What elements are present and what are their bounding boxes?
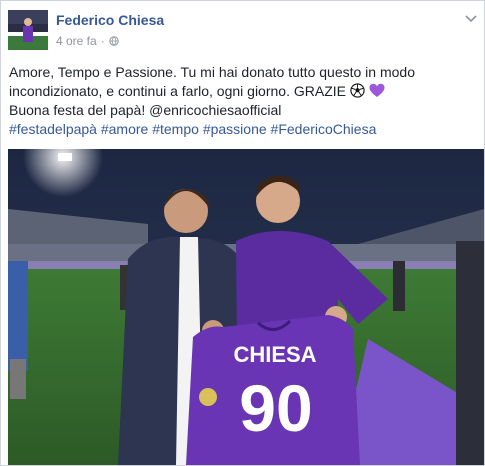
purple-heart-icon [369, 83, 385, 97]
post-time[interactable]: 4 ore fa [56, 34, 97, 48]
chevron-down-icon[interactable] [464, 13, 478, 23]
post-meta: 4 ore fa · [56, 34, 119, 48]
hashtag-link[interactable]: #festadelpapà [9, 121, 97, 137]
hashtag-link[interactable]: #FedericoChiesa [271, 121, 377, 137]
facebook-post-card: Federico Chiesa 4 ore fa · Amore, Tempo … [0, 0, 485, 466]
jersey-number: 90 [239, 371, 312, 445]
avatar-image [8, 10, 48, 50]
caption-line-3: Buona festa del papà! @enricochiesaoffic… [9, 102, 282, 118]
caption-line-2-text: incondizionato, e continui a farlo, ogni… [9, 83, 346, 99]
avatar[interactable] [8, 10, 48, 50]
post-caption: Amore, Tempo e Passione. Tu mi hai donat… [9, 63, 479, 139]
post-photo[interactable]: CHIESA 90 [8, 149, 484, 465]
hashtag-line: #festadelpapà #amore #tempo #passione #F… [9, 120, 479, 139]
author-name[interactable]: Federico Chiesa [56, 12, 164, 28]
caption-line-1: Amore, Tempo e Passione. Tu mi hai donat… [9, 64, 415, 80]
hashtag-link[interactable]: #amore [101, 121, 148, 137]
jersey-name: CHIESA [233, 342, 316, 367]
soccer-ball-icon [350, 83, 365, 98]
hashtag-link[interactable]: #tempo [152, 121, 199, 137]
globe-icon[interactable] [109, 36, 119, 46]
hashtag-link[interactable]: #passione [203, 121, 267, 137]
meta-separator: · [100, 34, 105, 48]
caption-line-2: incondizionato, e continui a farlo, ogni… [9, 82, 479, 101]
stadium-photo: CHIESA 90 [8, 149, 484, 465]
